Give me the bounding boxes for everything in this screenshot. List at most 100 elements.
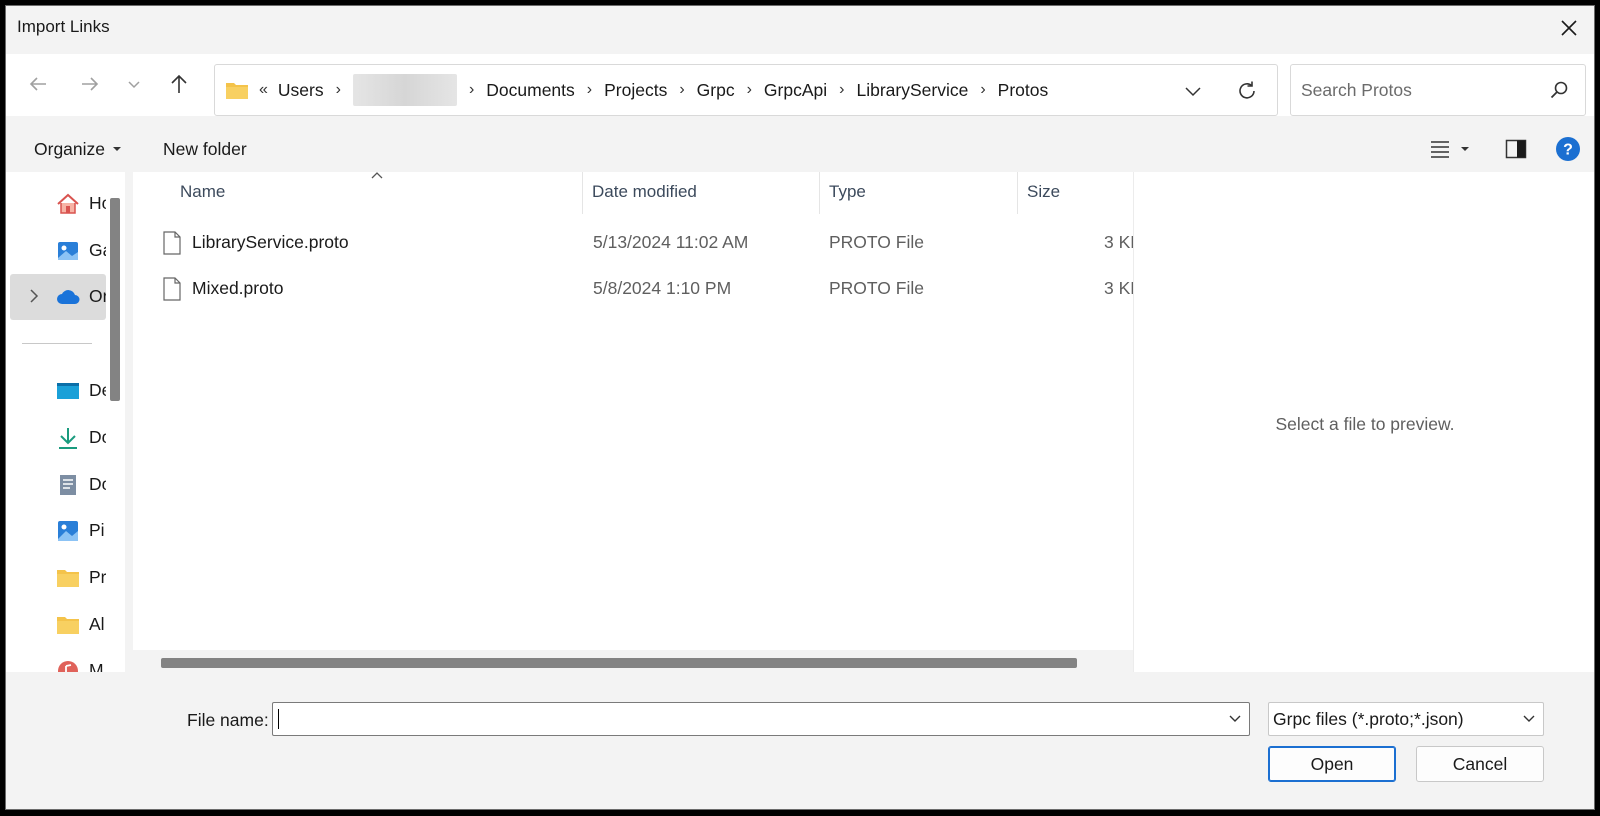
new-folder-label: New folder [163, 138, 247, 159]
search-icon[interactable] [1549, 80, 1569, 100]
breadcrumb-redacted-user[interactable] [352, 74, 457, 106]
breadcrumb-separator-icon[interactable]: › [326, 81, 351, 99]
close-button[interactable] [1550, 9, 1588, 47]
file-row[interactable]: Mixed.proto 5/8/2024 1:10 PM PROTO File … [133, 266, 1133, 312]
file-type: PROTO File [829, 278, 924, 298]
sidebar-item-pictures[interactable]: Pi [10, 508, 106, 554]
breadcrumb-grpcapi[interactable]: GrpcApi [762, 80, 829, 101]
file-name-input[interactable] [279, 707, 1209, 731]
arrow-left-icon [29, 77, 46, 91]
breadcrumb-libraryservice[interactable]: LibraryService [854, 80, 970, 101]
sidebar-item-label: Do [89, 474, 106, 494]
preview-pane-button[interactable] [1500, 133, 1532, 165]
column-header-name[interactable]: Name [180, 172, 225, 212]
organize-button[interactable]: Organize [34, 134, 123, 164]
breadcrumb-projects[interactable]: Projects [602, 80, 669, 101]
preview-message: Select a file to preview. [1275, 414, 1455, 434]
column-divider[interactable] [582, 172, 583, 214]
breadcrumb-documents[interactable]: Documents [484, 80, 577, 101]
sidebar-divider [22, 343, 92, 344]
open-button[interactable]: Open [1268, 746, 1396, 782]
sidebar-item-label: Or [89, 286, 106, 306]
breadcrumb-users[interactable]: Users [276, 80, 326, 101]
breadcrumb-separator-icon[interactable]: › [577, 81, 602, 99]
organize-label: Organize [34, 138, 106, 159]
search-box[interactable] [1290, 64, 1586, 116]
chevron-right-icon[interactable] [28, 288, 40, 304]
navigation-pane: Ho Ga Or De Do Do [6, 172, 126, 672]
list-view-icon [1431, 141, 1449, 158]
column-divider[interactable] [819, 172, 820, 214]
sidebar-item-documents[interactable]: Do [10, 462, 106, 508]
file-type-filter[interactable]: Grpc files (*.proto;*.json) [1268, 702, 1544, 736]
breadcrumb-separator-icon[interactable]: › [829, 81, 854, 99]
onedrive-icon [57, 290, 80, 304]
scrollbar-thumb[interactable] [161, 658, 1077, 668]
new-folder-button[interactable]: New folder [163, 134, 247, 164]
navigation-bar: « Users › › Documents › Projects › Grpc … [6, 54, 1594, 116]
content-area: Ho Ga Or De Do Do [6, 172, 1594, 672]
view-options-button[interactable] [1422, 133, 1478, 165]
home-icon [57, 193, 79, 214]
caret-down-icon [113, 147, 122, 151]
sidebar-item-desktop[interactable]: De [10, 368, 106, 414]
chevron-down-icon[interactable] [1227, 711, 1243, 727]
sidebar-item-projects-folder[interactable]: Pr [10, 555, 106, 601]
search-input[interactable] [1301, 73, 1541, 107]
sidebar-item-downloads[interactable]: Do [10, 415, 106, 461]
preview-pane-icon [1505, 139, 1527, 159]
breadcrumb-separator-icon[interactable]: › [669, 81, 694, 99]
column-header-size[interactable]: Size [1027, 172, 1060, 212]
file-icon [163, 231, 181, 255]
arrow-up-icon [171, 74, 187, 93]
breadcrumb-separator-icon[interactable]: › [737, 81, 762, 99]
file-name-combobox[interactable] [272, 702, 1250, 736]
breadcrumb-overflow[interactable]: « [257, 81, 276, 99]
breadcrumb-separator-icon[interactable]: › [970, 81, 995, 99]
file-type-filter-value: Grpc files (*.proto;*.json) [1273, 709, 1464, 729]
sidebar-item-music[interactable]: M [10, 648, 106, 672]
sidebar-item-folder[interactable]: Al [10, 602, 106, 648]
column-header-label: Date modified [592, 182, 697, 201]
download-icon [59, 428, 77, 449]
caret-down-icon [1461, 147, 1469, 151]
column-header-type[interactable]: Type [829, 172, 866, 212]
chevron-down-icon [1185, 87, 1201, 97]
forward-button[interactable] [74, 68, 106, 100]
breadcrumb-protos[interactable]: Protos [996, 80, 1051, 101]
column-header-label: Size [1027, 182, 1061, 201]
preview-pane: Select a file to preview. [1133, 172, 1594, 672]
column-header-date[interactable]: Date modified [592, 172, 697, 212]
address-bar[interactable]: « Users › › Documents › Projects › Grpc … [214, 64, 1278, 116]
file-type: PROTO File [829, 232, 924, 252]
help-button[interactable]: ? [1552, 133, 1584, 165]
folder-icon [226, 83, 248, 99]
sidebar-item-label: M [89, 660, 104, 672]
sidebar-item-home[interactable]: Ho [10, 181, 106, 227]
cancel-button-label: Cancel [1452, 753, 1508, 774]
sidebar-item-gallery[interactable]: Ga [10, 228, 106, 274]
back-button[interactable] [22, 68, 54, 100]
command-bar: Organize New folder ? [6, 124, 1594, 172]
file-date: 5/13/2024 11:02 AM [593, 232, 749, 252]
sort-ascending-icon [371, 172, 383, 179]
horizontal-scrollbar[interactable] [133, 650, 1133, 672]
file-name-label: File name: [187, 710, 269, 730]
up-button[interactable] [163, 68, 195, 100]
pane-splitter[interactable] [125, 172, 133, 672]
breadcrumb-separator-icon[interactable]: › [459, 81, 484, 99]
refresh-icon [1239, 81, 1255, 99]
recent-locations-button[interactable] [118, 68, 150, 100]
sidebar-scrollbar[interactable] [110, 198, 120, 401]
refresh-button[interactable] [1231, 75, 1263, 107]
file-row[interactable]: LibraryService.proto 5/13/2024 11:02 AM … [133, 220, 1133, 266]
chevron-down-icon [1523, 715, 1535, 722]
sidebar-item-onedrive[interactable]: Or [10, 274, 106, 320]
column-divider[interactable] [1017, 172, 1018, 214]
cancel-button[interactable]: Cancel [1416, 746, 1544, 782]
open-button-label: Open [1310, 753, 1354, 774]
file-date: 5/8/2024 1:10 PM [593, 278, 732, 298]
address-history-button[interactable] [1177, 75, 1209, 107]
folder-icon [57, 570, 79, 587]
breadcrumb-grpc[interactable]: Grpc [695, 80, 737, 101]
